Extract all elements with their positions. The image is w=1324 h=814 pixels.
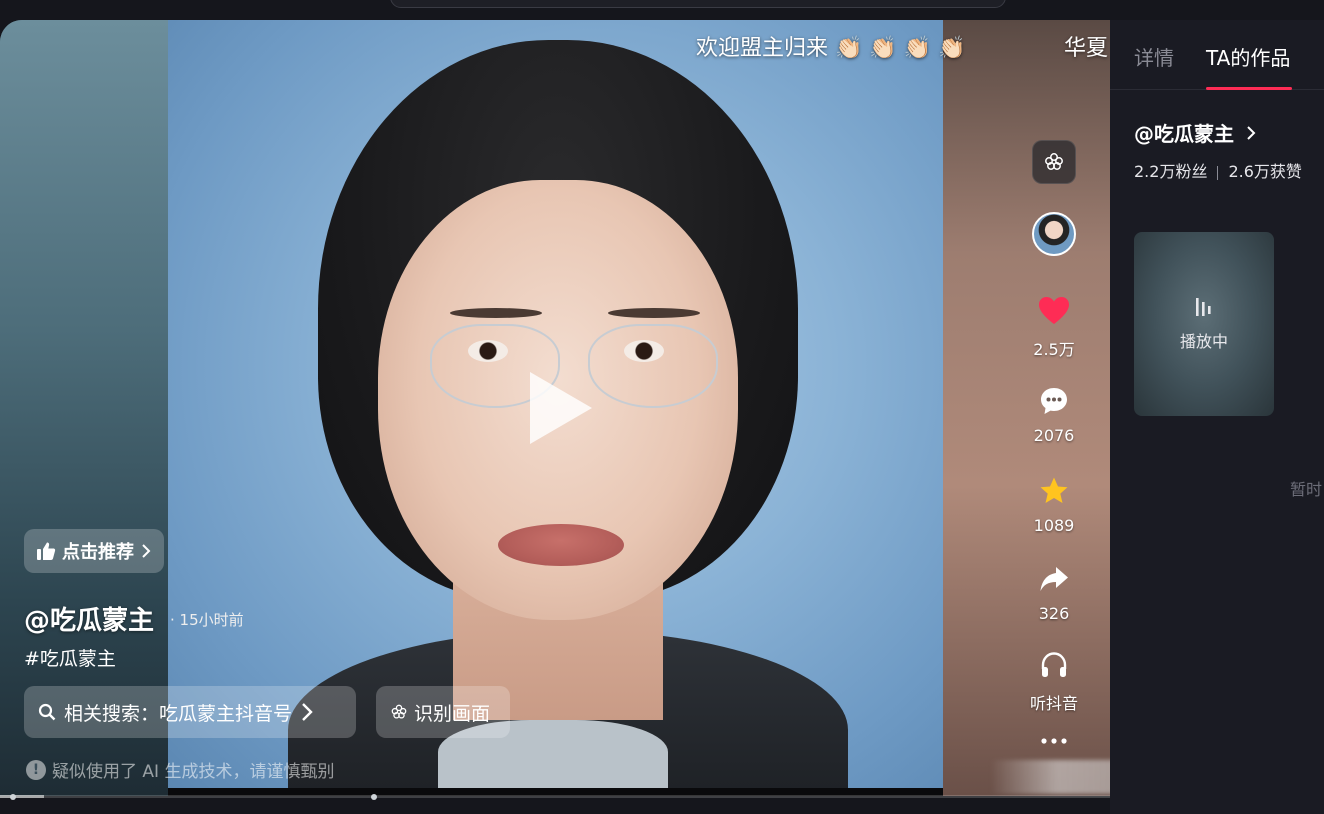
follower-count: 2.2万粉丝 bbox=[1134, 162, 1208, 181]
play-icon[interactable] bbox=[530, 372, 592, 444]
pending-text: 暂时 bbox=[1290, 480, 1323, 499]
search-icon bbox=[38, 703, 56, 721]
chevron-right-icon bbox=[302, 703, 313, 721]
listen-button[interactable]: 听抖音 bbox=[1010, 650, 1098, 714]
thumbs-up-icon bbox=[37, 542, 56, 560]
audio-bars-icon bbox=[1196, 298, 1211, 316]
like-button[interactable]: 2.5万 bbox=[1010, 296, 1098, 360]
ai-warning: ! 疑似使用了 AI 生成技术，请谨慎甄别 bbox=[26, 757, 334, 782]
identify-label: 识别画面 bbox=[414, 702, 491, 725]
recommend-button[interactable]: 点击推荐 bbox=[24, 529, 164, 573]
listen-label: 听抖音 bbox=[1029, 694, 1078, 713]
more-icon bbox=[1041, 738, 1067, 744]
progress-knob[interactable] bbox=[10, 794, 16, 800]
likes-count: 2.6万获赞 bbox=[1228, 162, 1302, 181]
more-button[interactable] bbox=[1010, 734, 1098, 748]
ai-flower-icon bbox=[1032, 140, 1076, 184]
comment-icon bbox=[1041, 388, 1067, 414]
portrait-brow-right bbox=[608, 308, 700, 318]
video-banner-text: 欢迎盟主归来 👏🏻 👏🏻 👏🏻 👏🏻 bbox=[696, 36, 966, 61]
panel-tabs: 详情 TA的作品 bbox=[1110, 20, 1324, 90]
playing-label: 播放中 bbox=[1179, 332, 1228, 351]
progress-marker bbox=[371, 794, 377, 800]
portrait-glasses-right bbox=[588, 324, 718, 408]
video-banner-right-text: 华夏 bbox=[1064, 36, 1109, 61]
side-panel: 详情 TA的作品 @吃瓜蒙主 2.2万粉丝 2.6万获赞 播放中 暂时 bbox=[1110, 20, 1324, 814]
ai-recognize-button[interactable] bbox=[1010, 140, 1098, 184]
comment-button[interactable]: 2076 bbox=[1010, 386, 1098, 445]
favorite-button[interactable]: 1089 bbox=[1010, 476, 1098, 535]
profile-name-link[interactable]: @吃瓜蒙主 bbox=[1134, 118, 1257, 147]
avatar bbox=[1032, 212, 1076, 256]
active-tab-indicator bbox=[1206, 87, 1292, 90]
search-bar-edge[interactable] bbox=[390, 0, 1006, 8]
related-search-label: 相关搜索：吃瓜蒙主抖音号 bbox=[64, 702, 293, 725]
like-count: 2.5万 bbox=[1033, 340, 1075, 359]
tab-works[interactable]: TA的作品 bbox=[1206, 42, 1290, 71]
star-icon bbox=[1040, 477, 1068, 503]
exclamation-icon: ! bbox=[26, 759, 46, 780]
progress-fill bbox=[0, 795, 45, 798]
share-icon bbox=[1040, 567, 1068, 591]
ai-flower-icon bbox=[391, 704, 407, 719]
tab-details[interactable]: 详情 bbox=[1134, 42, 1174, 71]
profile-name: @吃瓜蒙主 bbox=[1134, 122, 1234, 146]
post-time: · 15小时前 bbox=[170, 611, 244, 629]
ai-warning-text: 疑似使用了 AI 生成技术，请谨慎甄别 bbox=[52, 762, 335, 782]
video-player[interactable]: 欢迎盟主归来 👏🏻 👏🏻 👏🏻 👏🏻 华夏 2.5万 2076 1089 326 bbox=[0, 20, 1110, 796]
video-thumbnail-playing[interactable]: 播放中 bbox=[1134, 232, 1274, 416]
portrait-lips bbox=[498, 524, 624, 566]
video-author-name[interactable]: @吃瓜蒙主 bbox=[24, 600, 154, 637]
heart-icon bbox=[1039, 297, 1069, 324]
related-search-button[interactable]: 相关搜索：吃瓜蒙主抖音号 bbox=[24, 686, 356, 738]
portrait-brow-left bbox=[450, 308, 542, 318]
author-avatar-button[interactable] bbox=[1010, 212, 1098, 256]
identify-frame-button[interactable]: 识别画面 bbox=[376, 686, 510, 738]
stat-divider bbox=[1217, 165, 1219, 180]
post-time-text: 15小时前 bbox=[179, 611, 244, 629]
top-bar bbox=[0, 0, 1324, 20]
chevron-right-icon bbox=[142, 544, 151, 558]
left-blur-backdrop bbox=[0, 20, 168, 796]
progress-bar[interactable] bbox=[0, 795, 1110, 798]
video-hashtag[interactable]: #吃瓜蒙主 bbox=[24, 644, 116, 671]
share-count: 326 bbox=[1038, 604, 1070, 623]
chevron-right-icon bbox=[1247, 126, 1256, 140]
comment-count: 2076 bbox=[1033, 426, 1075, 445]
recommend-label: 点击推荐 bbox=[62, 542, 134, 563]
share-button[interactable]: 326 bbox=[1010, 564, 1098, 623]
headphones-icon bbox=[1041, 652, 1067, 677]
profile-stats: 2.2万粉丝 2.6万获赞 bbox=[1134, 158, 1302, 182]
favorite-count: 1089 bbox=[1033, 516, 1075, 535]
